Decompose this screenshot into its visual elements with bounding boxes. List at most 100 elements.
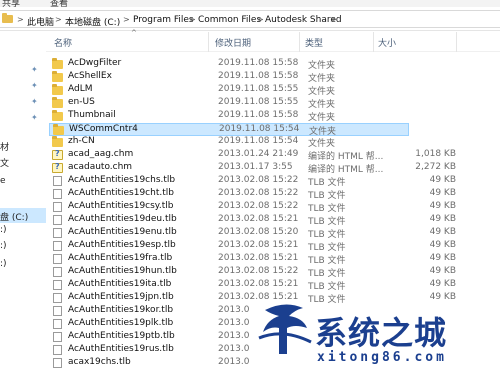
file-name: AcAuthEntities19hun.tlb: [68, 266, 177, 276]
breadcrumb-common-files[interactable]: Common Files: [198, 15, 261, 25]
file-modified-date: 2019.11.08 15:55: [218, 97, 299, 107]
file-row[interactable]: WSCommCntr4 2019.11.08 15:54 文件夹: [49, 123, 409, 137]
file-type: 文件夹: [308, 61, 336, 71]
file-type: 文件夹: [308, 87, 336, 97]
file-row[interactable]: AcAuthEntities19ita.tlb 2013.02.08 15:21 T…: [49, 279, 456, 292]
watermark: 系统之城 xitong86.com: [255, 298, 500, 375]
file-modified-date: 2019.11.08 15:58: [218, 110, 299, 120]
pin-icon: ✦: [31, 113, 38, 122]
file-row[interactable]: Thumbnail 2019.11.08 15:58 文件夹: [49, 110, 409, 123]
nav-item[interactable]: 文: [0, 156, 9, 169]
file-row[interactable]: acad_aag.chm 2013.01.24 21:49 编译的 HTML 帮..…: [49, 149, 456, 162]
column-header-type[interactable]: 类型: [305, 36, 323, 49]
breadcrumb-separator-icon[interactable]: >: [257, 15, 264, 24]
file-size: 49 KB: [429, 253, 456, 263]
file-type: TLB 文件: [308, 191, 346, 201]
breadcrumb-separator-icon[interactable]: >: [189, 15, 196, 24]
nav-item[interactable]: e: [0, 176, 6, 186]
file-row[interactable]: AdLM 2019.11.08 15:55 文件夹: [49, 84, 409, 97]
file-type: TLB 文件: [308, 204, 346, 214]
file-size: 49 KB: [429, 175, 456, 185]
file-icon: [53, 345, 62, 355]
breadcrumb-separator-icon[interactable]: >: [330, 15, 337, 24]
file-name: AcAuthEntities19enu.tlb: [68, 227, 177, 237]
file-row[interactable]: AcAuthEntities19hun.tlb 2013.02.08 15:22 T…: [49, 266, 456, 279]
file-row[interactable]: AcAuthEntities19fra.tlb 2013.02.08 15:21 T…: [49, 253, 456, 266]
nav-item[interactable]: :): [0, 225, 7, 235]
file-icon: [53, 202, 62, 212]
file-type: 编译的 HTML 帮...: [308, 152, 384, 162]
file-modified-date: 2013.0: [218, 318, 250, 328]
file-modified-date: 2019.11.08 15:58: [218, 58, 299, 68]
folder-icon: [53, 124, 64, 135]
file-row[interactable]: AcAuthEntities19csy.tlb 2013.02.08 15:22 T…: [49, 201, 456, 214]
help-file-icon: [52, 149, 63, 160]
file-modified-date: 2013.02.08 15:22: [218, 188, 299, 198]
file-type: 编译的 HTML 帮...: [308, 165, 384, 175]
column-divider[interactable]: [208, 32, 209, 52]
breadcrumb-separator-icon[interactable]: >: [55, 15, 62, 24]
file-type: TLB 文件: [308, 269, 346, 279]
file-type: 文件夹: [308, 113, 336, 123]
file-row[interactable]: acadauto.chm 2013.01.17 3:55 编译的 HTML 帮...…: [49, 162, 456, 175]
file-row[interactable]: zh-CN 2019.11.08 15:54 文件夹: [49, 136, 409, 149]
file-row[interactable]: AcAuthEntities19cht.tlb 2013.02.08 15:22 T…: [49, 188, 456, 201]
ribbon-tab-view[interactable]: 查看: [50, 0, 68, 7]
file-type: 文件夹: [308, 100, 336, 110]
file-modified-date: 2013.0: [218, 305, 250, 315]
file-size: 2,272 KB: [415, 162, 456, 172]
file-name: AcAuthEntities19csy.tlb: [68, 201, 174, 211]
breadcrumb-separator-icon[interactable]: >: [123, 15, 130, 24]
address-bar[interactable]: > 此电脑 > 本地磁盘 (C:) > Program Files > Comm…: [0, 10, 500, 28]
folder-icon: [52, 136, 63, 147]
file-icon: [53, 293, 62, 303]
file-row[interactable]: AcAuthEntities19enu.tlb 2013.02.08 15:20 T…: [49, 227, 456, 240]
nav-item[interactable]: 材: [0, 140, 9, 153]
file-row[interactable]: en-US 2019.11.08 15:55 文件夹: [49, 97, 409, 110]
file-row[interactable]: AcAuthEntities19chs.tlb 2013.02.08 15:22 T…: [49, 175, 456, 188]
column-header-name[interactable]: 名称: [54, 36, 72, 49]
file-row[interactable]: AcAuthEntities19deu.tlb 2013.02.08 15:21 T…: [49, 214, 456, 227]
column-divider[interactable]: [456, 32, 457, 52]
file-type: TLB 文件: [308, 243, 346, 253]
file-name: AcAuthEntities19jpn.tlb: [68, 292, 174, 302]
file-icon: [53, 332, 62, 342]
column-header-size[interactable]: 大小: [378, 36, 396, 49]
breadcrumb-separator-icon[interactable]: >: [17, 15, 24, 24]
file-name: acad_aag.chm: [68, 149, 134, 159]
file-row[interactable]: AcDwgFilter 2019.11.08 15:58 文件夹: [49, 58, 409, 71]
column-divider[interactable]: [299, 32, 300, 52]
file-type: TLB 文件: [308, 178, 346, 188]
file-icon: [53, 241, 62, 251]
pin-icon: ✦: [31, 65, 38, 74]
watermark-url: xitong86.com: [317, 350, 447, 365]
file-name: AcShellEx: [68, 71, 112, 81]
nav-item-local-disk-c[interactable]: 盘 (C:): [0, 208, 46, 223]
column-divider[interactable]: [373, 32, 374, 52]
file-type: TLB 文件: [308, 282, 346, 292]
column-header-modified[interactable]: 修改日期: [215, 36, 251, 49]
ribbon-tab-share[interactable]: 共享: [2, 0, 20, 7]
breadcrumb-this-pc[interactable]: 此电脑: [27, 15, 54, 28]
file-type: 文件夹: [308, 139, 336, 149]
file-modified-date: 2013.01.17 3:55: [218, 162, 293, 172]
file-icon: [53, 176, 62, 186]
file-name: AcDwgFilter: [68, 58, 122, 68]
nav-item[interactable]: :): [0, 259, 7, 269]
file-icon: [53, 358, 62, 368]
file-modified-date: 2013.0: [218, 344, 250, 354]
nav-item[interactable]: :): [0, 241, 7, 251]
breadcrumb-local-disk[interactable]: 本地磁盘 (C:): [65, 15, 120, 28]
file-modified-date: 2013.02.08 15:20: [218, 227, 299, 237]
file-modified-date: 2013.01.24 21:49: [218, 149, 299, 159]
breadcrumb-program-files[interactable]: Program Files: [133, 15, 194, 25]
file-icon: [53, 306, 62, 316]
file-modified-date: 2013.0: [218, 357, 250, 367]
file-name: AcAuthEntities19kor.tlb: [68, 305, 174, 315]
file-row[interactable]: AcShellEx 2019.11.08 15:58 文件夹: [49, 71, 409, 84]
file-name: en-US: [68, 97, 95, 107]
file-type: 文件夹: [308, 74, 336, 84]
folder-icon: [2, 13, 13, 23]
file-row[interactable]: AcAuthEntities19esp.tlb 2013.02.08 15:21 T…: [49, 240, 456, 253]
sort-ascending-icon: ^: [131, 29, 137, 37]
